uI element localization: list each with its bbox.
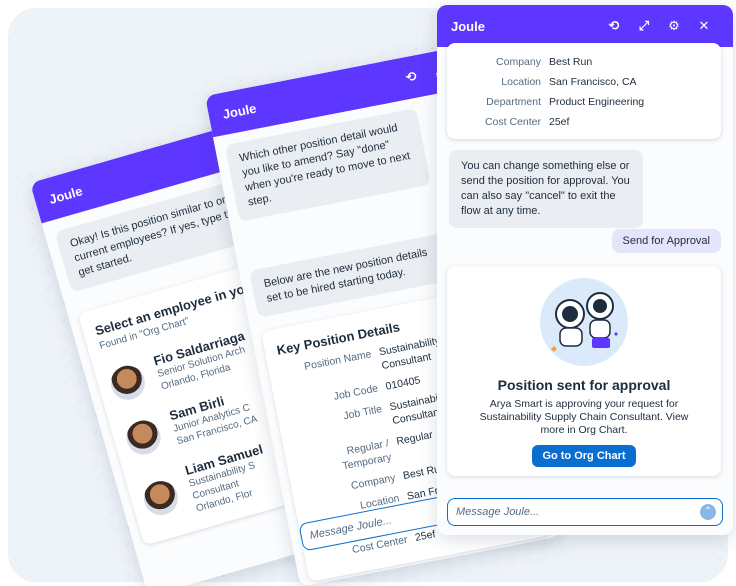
close-icon[interactable]: ✕ — [689, 18, 719, 34]
joule-panel-approval: Joule ⟲ ⤢ ⚙ ✕ Company Best Run Location Sa… — [437, 5, 733, 535]
approval-title: Position sent for approval — [497, 377, 671, 393]
detail-row: Cost Center 25ef — [484, 116, 570, 128]
detail-row: Department Product Engineering — [486, 96, 645, 108]
position-details-card: Company Best Run Location San Francisco, C… — [447, 43, 721, 139]
approval-text: Arya Smart is approving your request for… — [479, 398, 689, 436]
avatar — [139, 477, 182, 520]
panel-header: Joule ⟲ ⤢ ⚙ ✕ — [437, 5, 733, 47]
avatar — [122, 416, 165, 459]
approval-card: Position sent for approval Arya Smart is… — [447, 266, 721, 476]
detail-row: Location San Francisco, CA — [501, 76, 637, 88]
user-message: Send for Approval — [611, 229, 721, 253]
bot-message: You can change something else or send th… — [449, 150, 643, 228]
message-input[interactable]: Message Joule... ⌃ — [447, 498, 723, 526]
avatar — [106, 361, 149, 404]
send-icon[interactable]: ⌃ — [700, 504, 716, 520]
go-to-org-chart-button[interactable]: Go to Org Chart — [532, 445, 636, 467]
history-icon[interactable]: ⟲ — [395, 67, 428, 88]
detail-row: Company Best Run — [496, 56, 593, 68]
gear-icon[interactable]: ⚙ — [659, 18, 689, 34]
panel-title: Joule — [451, 18, 485, 34]
astronaut-illustration-icon — [540, 278, 628, 366]
message-input-placeholder: Message Joule... — [456, 506, 540, 518]
expand-icon[interactable]: ⤢ — [629, 18, 659, 34]
history-icon[interactable]: ⟲ — [599, 18, 629, 34]
